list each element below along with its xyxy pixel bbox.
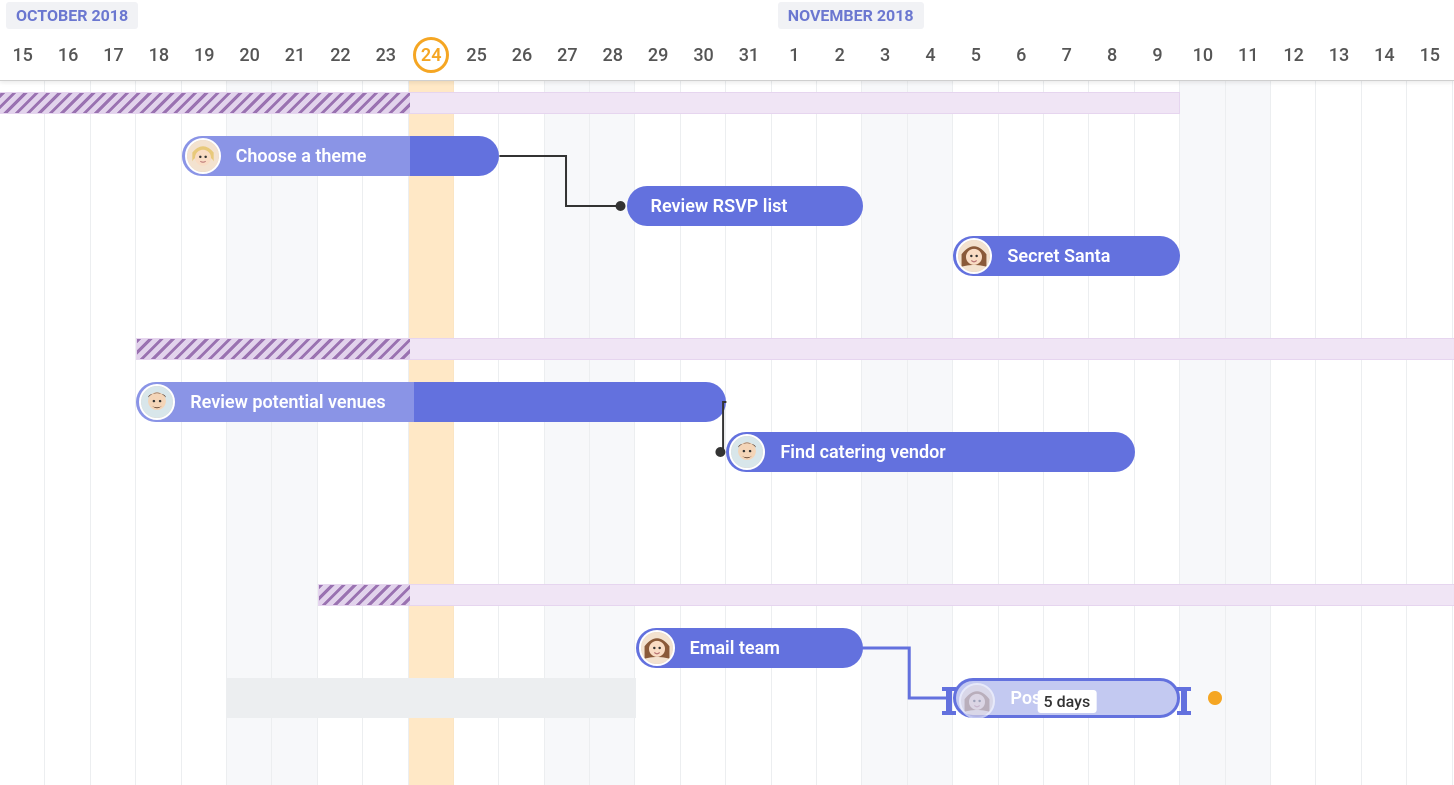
day-header[interactable]: 10 <box>1180 45 1225 66</box>
task-bar-find-catering[interactable]: Find catering vendor <box>726 432 1135 472</box>
day-header[interactable]: 24 <box>409 37 454 73</box>
task-label: Find catering vendor <box>780 442 945 463</box>
task-label: Review potential venues <box>190 392 385 413</box>
grid-column <box>1362 80 1407 785</box>
task-label: Review RSVP list <box>651 196 788 217</box>
month-label: OCTOBER 2018 <box>6 2 138 29</box>
grid-column <box>1271 80 1316 785</box>
day-header[interactable]: 30 <box>681 45 726 66</box>
day-header[interactable]: 3 <box>862 45 907 66</box>
grid-column <box>136 80 181 785</box>
day-header[interactable]: 13 <box>1316 45 1361 66</box>
resize-handle-left[interactable] <box>946 689 952 713</box>
assignee-avatar[interactable] <box>139 384 175 420</box>
parent-summary-bar[interactable] <box>0 92 1180 114</box>
day-header[interactable]: 26 <box>499 45 544 66</box>
parent-progress <box>0 93 410 113</box>
day-header[interactable]: 5 <box>953 45 998 66</box>
grid-column <box>1226 80 1271 785</box>
task-bar-email-team[interactable]: Email team <box>636 628 863 668</box>
task-label: Email team <box>690 638 780 659</box>
task-shadow <box>227 678 636 718</box>
day-header[interactable]: 16 <box>45 45 90 66</box>
day-header[interactable]: 2 <box>817 45 862 66</box>
task-bar-dragging[interactable]: Post…5 days <box>953 678 1180 718</box>
task-label: Secret Santa <box>1007 246 1110 267</box>
task-bar-review-rsvp[interactable]: Review RSVP list <box>627 186 863 226</box>
day-header[interactable]: 25 <box>454 45 499 66</box>
grid-column <box>1316 80 1361 785</box>
day-header[interactable]: 21 <box>272 45 317 66</box>
assignee-avatar[interactable] <box>956 238 992 274</box>
parent-summary-bar[interactable] <box>136 338 1454 360</box>
day-header[interactable]: 28 <box>590 45 635 66</box>
task-label: Choose a theme <box>236 146 367 167</box>
assignee-avatar[interactable] <box>185 138 221 174</box>
grid-column <box>1407 80 1452 785</box>
day-header[interactable]: 15 <box>0 45 45 66</box>
grid-column <box>182 80 227 785</box>
day-header[interactable]: 7 <box>1044 45 1089 66</box>
day-header[interactable]: 20 <box>227 45 272 66</box>
duration-tooltip: 5 days <box>1038 690 1097 713</box>
grid-column <box>0 80 45 785</box>
day-header[interactable]: 18 <box>136 45 181 66</box>
day-header[interactable]: 23 <box>363 45 408 66</box>
parent-progress <box>319 585 410 605</box>
day-header[interactable]: 1 <box>772 45 817 66</box>
day-header[interactable]: 17 <box>91 45 136 66</box>
resize-handle-right[interactable] <box>1181 689 1187 713</box>
grid-column <box>91 80 136 785</box>
day-header[interactable]: 14 <box>1362 45 1407 66</box>
task-bar-review-venues[interactable]: Review potential venues <box>136 382 726 422</box>
grid-column <box>45 80 90 785</box>
day-header[interactable]: 9 <box>1135 45 1180 66</box>
day-header[interactable]: 12 <box>1271 45 1316 66</box>
day-header[interactable]: 15 <box>1407 45 1452 66</box>
dependency-connector-dot[interactable] <box>1208 691 1222 705</box>
day-header[interactable]: 29 <box>635 45 680 66</box>
day-header[interactable]: 6 <box>999 45 1044 66</box>
month-label: NOVEMBER 2018 <box>778 2 924 29</box>
day-header[interactable]: 19 <box>182 45 227 66</box>
task-bar-choose-theme[interactable]: Choose a theme <box>182 136 500 176</box>
day-header[interactable]: 22 <box>318 45 363 66</box>
day-header[interactable]: 8 <box>1089 45 1134 66</box>
day-header[interactable]: 4 <box>908 45 953 66</box>
assignee-avatar[interactable] <box>729 434 765 470</box>
parent-summary-bar[interactable] <box>318 584 1454 606</box>
assignee-avatar <box>959 683 995 719</box>
day-header[interactable]: 31 <box>726 45 771 66</box>
day-header[interactable]: 27 <box>545 45 590 66</box>
day-header[interactable]: 11 <box>1226 45 1271 66</box>
grid-column <box>1180 80 1225 785</box>
parent-progress <box>137 339 409 359</box>
assignee-avatar[interactable] <box>639 630 675 666</box>
task-bar-secret-santa[interactable]: Secret Santa <box>953 236 1180 276</box>
